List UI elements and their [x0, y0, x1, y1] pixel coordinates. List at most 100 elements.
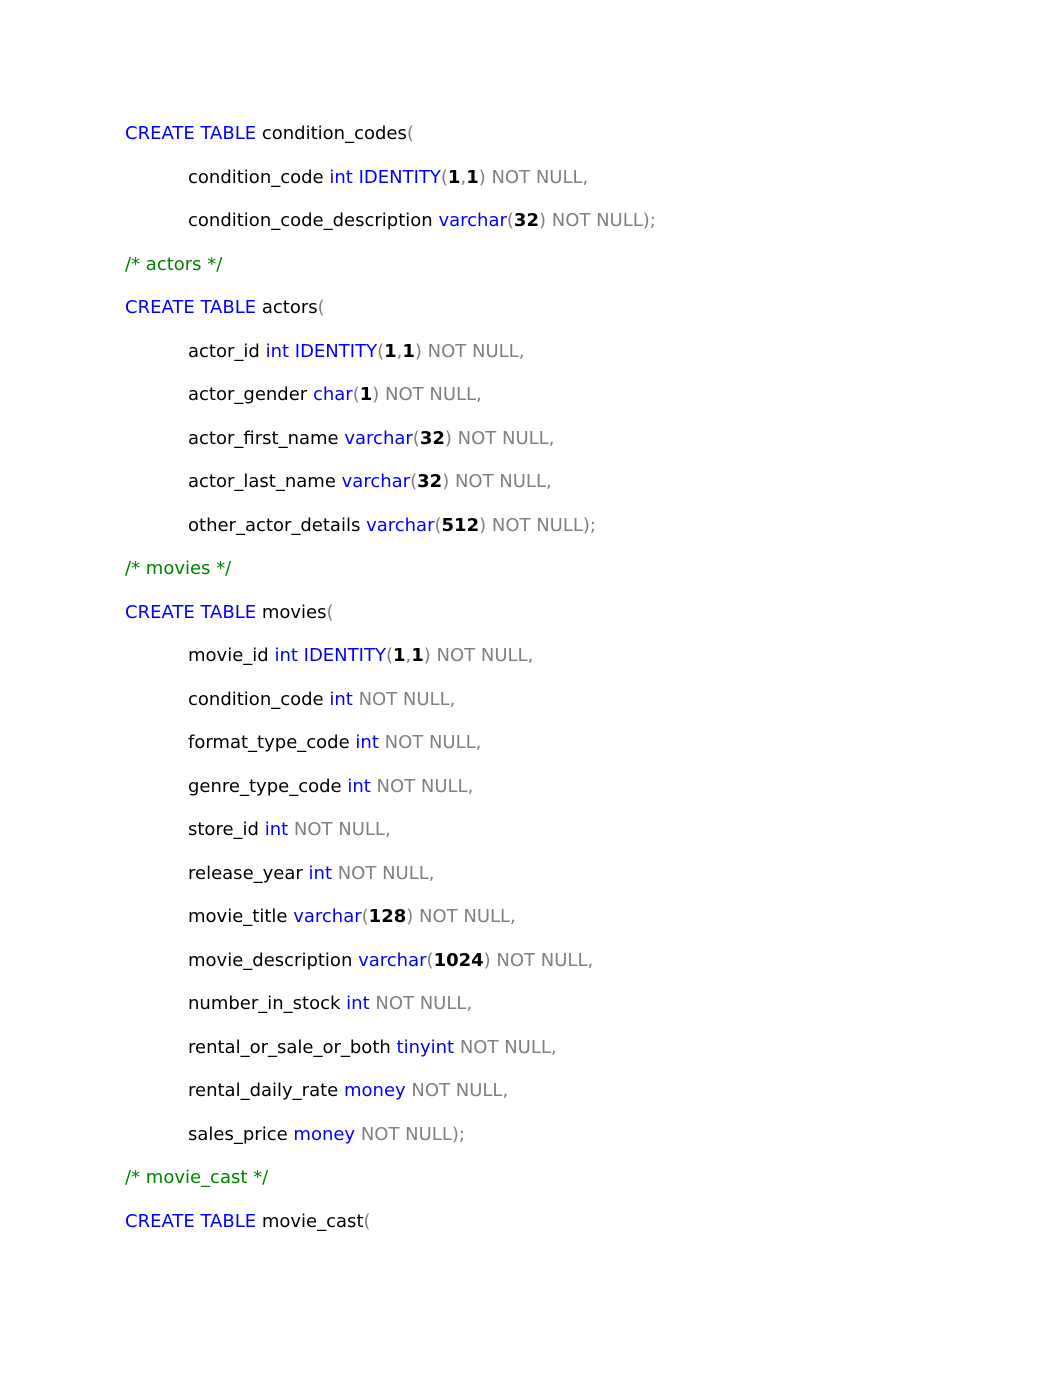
- token-kw: IDENTITY: [303, 645, 386, 666]
- token-ident: condition_code: [188, 166, 324, 188]
- movies-col-movie-description[interactable]: movie_description varchar(1024) NOT NULL…: [125, 949, 1062, 993]
- token-ident: movie_description: [188, 949, 353, 971]
- token-num: 1: [466, 166, 479, 188]
- token-ident: movie_cast: [261, 1210, 364, 1232]
- token-ident: actor_id: [188, 340, 260, 362]
- token-num: 1: [392, 645, 406, 666]
- token-muted: (: [352, 384, 360, 405]
- token-kw: varchar: [358, 949, 427, 971]
- token-ident: release_year: [188, 862, 303, 884]
- token-ident: actor_first_name: [188, 427, 339, 449]
- token-muted: NOT NULL,: [449, 471, 552, 492]
- token-num: 1: [411, 645, 424, 666]
- token-muted: NOT NULL,: [451, 427, 555, 449]
- token-ident: movies: [261, 601, 327, 623]
- token-muted: NOT NULL,: [370, 775, 474, 797]
- create-table-movie-cast[interactable]: CREATE TABLE movie_cast(: [125, 1210, 1062, 1254]
- token-num: 1: [359, 384, 373, 405]
- token-kw: int: [346, 993, 370, 1014]
- token-comment: /* movies */: [125, 558, 232, 579]
- token-ident: genre_type_code: [188, 775, 342, 797]
- token-kw: CREATE TABLE: [125, 123, 257, 144]
- token-muted: (: [406, 123, 414, 144]
- token-muted: NOT NULL,: [369, 993, 473, 1014]
- token-num: 32: [419, 427, 445, 449]
- token-ident: format_type_code: [188, 732, 350, 753]
- token-ident: store_id: [188, 819, 259, 840]
- token-muted: (: [326, 601, 334, 623]
- movies-col-condition-code[interactable]: condition_code int NOT NULL,: [125, 688, 1062, 732]
- token-muted: NOT NULL,: [332, 862, 435, 884]
- token-muted: ): [414, 340, 422, 362]
- token-muted: (: [434, 514, 442, 536]
- token-num: 512: [441, 514, 480, 536]
- token-muted: (: [412, 427, 420, 449]
- movies-col-release-year[interactable]: release_year int NOT NULL,: [125, 862, 1062, 906]
- token-muted: NOT NULL);: [355, 1123, 465, 1145]
- movies-col-genre-type-code[interactable]: genre_type_code int NOT NULL,: [125, 775, 1062, 819]
- token-ident: movie_title: [188, 906, 288, 927]
- actors-col-actor-first-name[interactable]: actor_first_name varchar(32) NOT NULL,: [125, 427, 1062, 471]
- token-ident: condition_code: [188, 688, 324, 710]
- token-muted: NOT NULL,: [288, 819, 391, 840]
- token-ident: rental_daily_rate: [188, 1080, 339, 1101]
- token-muted: ): [478, 166, 486, 188]
- token-muted: (: [506, 210, 514, 231]
- token-kw: int: [347, 775, 371, 797]
- movies-col-sales-price[interactable]: sales_price money NOT NULL);: [125, 1123, 1062, 1167]
- actors-col-actor-gender[interactable]: actor_gender char(1) NOT NULL,: [125, 383, 1062, 427]
- movies-col-movie-id[interactable]: movie_id int IDENTITY(1,1) NOT NULL,: [125, 644, 1062, 688]
- comment-movie-cast[interactable]: /* movie_cast */: [125, 1166, 1062, 1210]
- token-muted: NOT NULL,: [485, 166, 589, 188]
- token-kw: IDENTITY: [294, 340, 378, 362]
- token-muted: NOT NULL,: [413, 906, 516, 927]
- movies-col-number-in-stock[interactable]: number_in_stock int NOT NULL,: [125, 992, 1062, 1036]
- token-kw: varchar: [438, 210, 507, 231]
- token-kw: CREATE TABLE: [125, 297, 257, 318]
- token-ident: movie_id: [188, 645, 269, 666]
- token-ident: condition_code_description: [188, 210, 433, 231]
- token-kw: money: [343, 1080, 406, 1101]
- token-muted: (: [363, 1210, 371, 1232]
- token-muted: NOT NULL,: [378, 732, 482, 753]
- movies-col-movie-title[interactable]: movie_title varchar(128) NOT NULL,: [125, 905, 1062, 949]
- actors-col-actor-id[interactable]: actor_id int IDENTITY(1,1) NOT NULL,: [125, 340, 1062, 384]
- condition-codes-col-condition-code-description[interactable]: condition_code_description varchar(32) N…: [125, 209, 1062, 253]
- comment-movies[interactable]: /* movies */: [125, 557, 1062, 601]
- token-kw: int: [264, 819, 289, 840]
- token-comment: /* actors */: [125, 253, 223, 275]
- movies-col-store-id[interactable]: store_id int NOT NULL,: [125, 818, 1062, 862]
- token-muted: (: [385, 645, 393, 666]
- token-kw: IDENTITY: [358, 166, 441, 188]
- movies-col-rental-or-sale-or-both[interactable]: rental_or_sale_or_both tinyint NOT NULL,: [125, 1036, 1062, 1080]
- token-num: 1: [384, 340, 397, 362]
- token-kw: int: [265, 340, 290, 362]
- token-ident: sales_price: [188, 1123, 288, 1145]
- token-kw: tinyint: [396, 1036, 455, 1058]
- token-ident: condition_codes: [261, 123, 407, 144]
- token-ident: actors: [261, 297, 318, 318]
- token-kw: int: [329, 688, 353, 710]
- token-muted: NOT NULL,: [421, 340, 525, 362]
- token-kw: varchar: [366, 514, 435, 536]
- comment-actors[interactable]: /* actors */: [125, 253, 1062, 297]
- token-ident: other_actor_details: [188, 514, 361, 536]
- token-kw: CREATE TABLE: [125, 601, 257, 623]
- sql-script-body[interactable]: CREATE TABLE condition_codes(condition_c…: [125, 122, 1062, 1253]
- token-muted: ): [423, 645, 431, 666]
- token-kw: varchar: [293, 906, 362, 927]
- token-muted: NOT NULL);: [486, 514, 596, 536]
- condition-codes-col-condition-code[interactable]: condition_code int IDENTITY(1,1) NOT NUL…: [125, 166, 1062, 210]
- token-ident: actor_gender: [188, 384, 308, 405]
- movies-col-format-type-code[interactable]: format_type_code int NOT NULL,: [125, 731, 1062, 775]
- create-table-condition-codes[interactable]: CREATE TABLE condition_codes(: [125, 122, 1062, 166]
- create-table-actors[interactable]: CREATE TABLE actors(: [125, 296, 1062, 340]
- create-table-movies[interactable]: CREATE TABLE movies(: [125, 601, 1062, 645]
- movies-col-rental-daily-rate[interactable]: rental_daily_rate money NOT NULL,: [125, 1079, 1062, 1123]
- token-num: 1: [402, 340, 415, 362]
- actors-col-actor-last-name[interactable]: actor_last_name varchar(32) NOT NULL,: [125, 470, 1062, 514]
- token-ident: actor_last_name: [188, 471, 336, 492]
- document-page: CREATE TABLE condition_codes(condition_c…: [0, 0, 1062, 1376]
- actors-col-other-actor-details[interactable]: other_actor_details varchar(512) NOT NUL…: [125, 514, 1062, 558]
- token-comment: /* movie_cast */: [125, 1167, 269, 1188]
